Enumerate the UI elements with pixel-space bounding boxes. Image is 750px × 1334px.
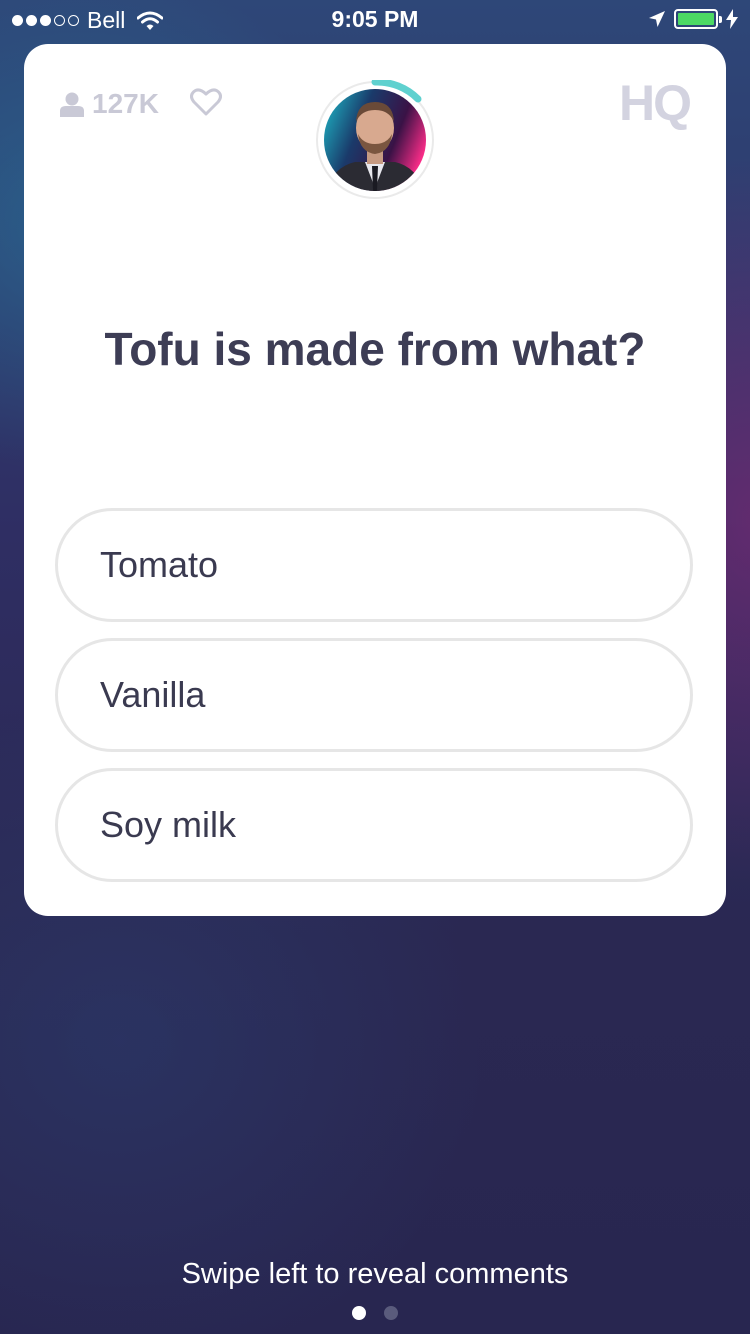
answer-label: Tomato <box>100 544 219 585</box>
answer-option-1[interactable]: Tomato <box>55 508 693 622</box>
question-card: 127K HQ Tofu is made from what? Tomato V… <box>24 44 726 916</box>
answer-label: Vanilla <box>100 674 206 715</box>
viewer-count-label: 127K <box>92 88 159 119</box>
host-avatar <box>316 80 434 199</box>
question-text: Tofu is made from what? <box>104 323 646 375</box>
status-bar: Bell 9:05 PM <box>0 0 750 40</box>
person-icon <box>60 92 84 117</box>
hq-logo: HQ <box>619 75 692 131</box>
charging-bolt-icon <box>726 9 738 29</box>
page-dot-active[interactable] <box>352 1306 366 1320</box>
status-time: 9:05 PM <box>331 6 419 32</box>
answer-option-2[interactable]: Vanilla <box>55 638 693 752</box>
viewer-count: 127K <box>60 88 159 120</box>
status-right <box>648 9 738 29</box>
swipe-hint: Swipe left to reveal comments <box>181 1258 569 1290</box>
page-dot-inactive[interactable] <box>384 1306 398 1320</box>
answer-option-3[interactable]: Soy milk <box>55 768 693 882</box>
page-indicator[interactable] <box>0 1306 750 1320</box>
answer-label: Soy milk <box>100 804 237 845</box>
location-arrow-icon <box>649 11 665 27</box>
heart-icon[interactable] <box>190 88 222 116</box>
battery-icon <box>674 9 722 29</box>
